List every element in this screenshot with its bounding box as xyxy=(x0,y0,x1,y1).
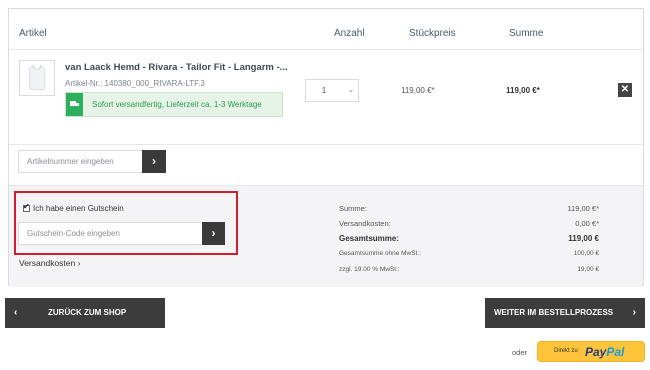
chevron-right-icon: › xyxy=(211,226,216,240)
cart-table: Artikel Anzahl Stückpreis Summe van Laac… xyxy=(8,8,644,287)
close-icon: ✕ xyxy=(620,84,630,95)
article-number: Artikel-Nr.: 140380_000_RIVARA-LTF.3 xyxy=(65,79,205,88)
unit-price: 119,00 €* xyxy=(401,86,435,95)
summary-label: Versandkosten: xyxy=(339,219,391,228)
cart-footer: Ich habe einen Gutschein Gutschein-Code … xyxy=(9,185,643,287)
continue-checkout-button[interactable]: WEITER IM BESTELLPROZESS › xyxy=(485,298,645,328)
summary-value: 19,00 € xyxy=(577,266,599,273)
quantity-value: 1 xyxy=(321,86,327,95)
chevron-right-icon: › xyxy=(632,307,636,318)
summary-label: Gesamtsumme ohne MwSt.: xyxy=(339,250,421,257)
header-quantity: Anzahl xyxy=(334,28,365,39)
header-article: Artikel xyxy=(19,28,47,39)
summary-row: Gesamtsumme ohne MwSt.: 100,00 € xyxy=(339,250,599,262)
table-header: Artikel Anzahl Stückpreis Summe xyxy=(9,9,643,49)
back-to-shop-label: ZURÜCK ZUM SHOP xyxy=(48,308,127,317)
back-to-shop-button[interactable]: ‹ ZURÜCK ZUM SHOP xyxy=(5,298,165,328)
paypal-logo: PayPal xyxy=(585,345,624,359)
summary-label: Summe: xyxy=(339,204,367,213)
header-unit-price: Stückpreis xyxy=(409,28,456,39)
summary-value: 100,00 € xyxy=(573,250,599,257)
cart-item-row: van Laack Hemd - Rivara - Tailor Fit - L… xyxy=(9,49,643,145)
header-sum: Summe xyxy=(509,28,544,39)
summary-row-total: Gesamtsumme: 119,00 € xyxy=(339,234,599,246)
voucher-checkbox[interactable]: Ich habe einen Gutschein xyxy=(23,202,124,213)
item-total: 119,00 €* xyxy=(506,86,540,95)
truck-icon xyxy=(66,93,83,116)
voucher-code-input[interactable]: Gutschein-Code eingeben xyxy=(18,222,218,245)
paypal-logo-pay: Pay xyxy=(585,345,607,359)
chevron-right-icon: › xyxy=(152,154,156,168)
voucher-submit-button[interactable]: › xyxy=(202,222,225,245)
summary-label: zzgl. 19.00 % MwSt.: xyxy=(339,266,400,273)
shipping-costs-link[interactable]: Versandkosten › xyxy=(19,258,80,268)
continue-checkout-label: WEITER IM BESTELLPROZESS xyxy=(494,308,614,317)
or-label: oder xyxy=(512,348,528,357)
article-number-input[interactable]: Artikelnummer eingeben xyxy=(18,150,150,173)
product-name[interactable]: van Laack Hemd - Rivara - Tailor Fit - L… xyxy=(65,62,288,73)
voucher-checkbox-label: Ich habe einen Gutschein xyxy=(33,204,124,213)
summary-row: zzgl. 19.00 % MwSt.: 19,00 € xyxy=(339,266,599,278)
delivery-text: Sofort versandfertig, Lieferzeit ca. 1-3… xyxy=(92,100,262,109)
paypal-logo-pal: Pal xyxy=(606,345,625,359)
paypal-express-button[interactable]: Direkt zu PayPal xyxy=(537,341,645,362)
add-article-row: Artikelnummer eingeben › xyxy=(9,145,643,185)
summary-value: 119,00 €* xyxy=(567,204,599,213)
chevron-left-icon: ‹ xyxy=(14,307,18,318)
summary-row: Versandkosten: 0,00 €* xyxy=(339,219,599,231)
chevron-down-icon: ⌄ xyxy=(347,85,355,94)
add-article-button[interactable]: › xyxy=(142,150,166,173)
paypal-direct-label: Direkt zu xyxy=(554,348,578,354)
remove-item-button[interactable]: ✕ xyxy=(618,83,632,97)
product-image[interactable] xyxy=(19,60,55,96)
summary-value: 0,00 €* xyxy=(575,219,599,228)
summary-row: Summe: 119,00 €* xyxy=(339,204,599,216)
summary-value: 119,00 € xyxy=(568,234,599,243)
checkbox-icon[interactable] xyxy=(23,202,30,212)
delivery-status: Sofort versandfertig, Lieferzeit ca. 1-3… xyxy=(65,92,283,117)
summary-label: Gesamtsumme: xyxy=(339,234,400,243)
quantity-select[interactable]: 1 ⌄ xyxy=(305,79,359,102)
